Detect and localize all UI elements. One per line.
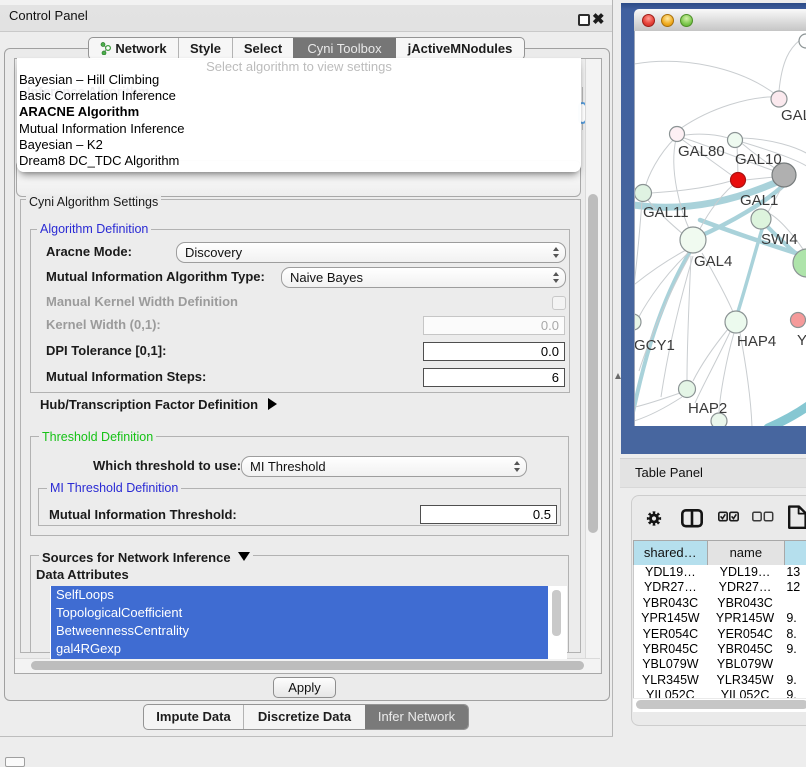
svg-text:GAL80: GAL80 xyxy=(678,143,725,160)
svg-text:GAL11: GAL11 xyxy=(643,204,689,221)
svg-text:GCY1: GCY1 xyxy=(635,337,675,354)
svg-text:HAP2: HAP2 xyxy=(688,400,727,417)
svg-text:Y: Y xyxy=(797,332,806,349)
svg-text:SWI4: SWI4 xyxy=(761,231,798,248)
svg-text:HAP4: HAP4 xyxy=(737,333,776,350)
svg-text:GAL7: GAL7 xyxy=(781,107,806,124)
svg-text:GAL4: GAL4 xyxy=(694,253,732,270)
svg-text:GAL1: GAL1 xyxy=(740,192,778,209)
svg-text:GAL10: GAL10 xyxy=(735,151,782,168)
